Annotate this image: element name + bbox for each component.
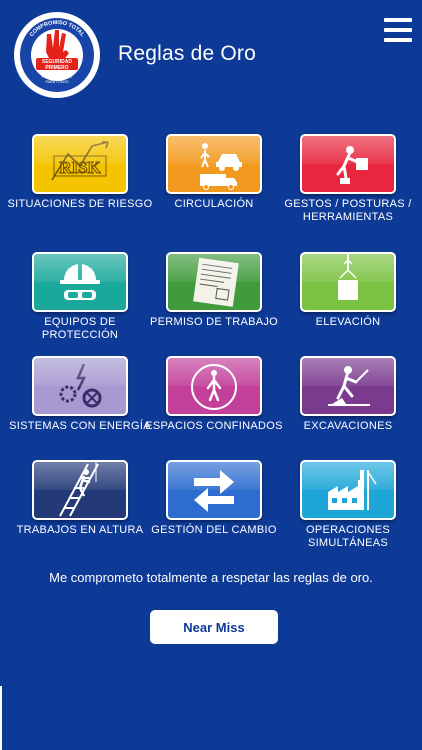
commitment-statement: Me comprometo totalmente a respetar las … [49, 570, 373, 585]
app-screen: SEGURIDAD PRIMERO COMPROMISO TOTAL PARA … [0, 0, 422, 750]
rule-tile-situaciones-de-riesgo[interactable]: RISK SITUACIONES DE RIESGO [7, 134, 152, 244]
rule-label: EXCAVACIONES [303, 420, 393, 432]
svg-text:PARA MÍ, PARA TI,: PARA MÍ, PARA TI, [42, 75, 73, 79]
work-permit-icon [166, 252, 262, 312]
crane-lift-icon [300, 252, 396, 312]
hamburger-menu-icon[interactable] [382, 16, 414, 44]
rule-tile-circulacion[interactable]: CIRCULACIÓN [147, 134, 281, 244]
rule-label: OPERACIONES SIMULTÁNEAS [306, 524, 390, 549]
rule-tile-sistemas-con-energia[interactable]: SISTEMAS CON ENERGÍA [9, 356, 151, 466]
page-title: Reglas de Oro [118, 42, 257, 65]
header: SEGURIDAD PRIMERO COMPROMISO TOTAL PARA … [0, 0, 422, 112]
rule-label: CIRCULACIÓN [174, 198, 254, 210]
svg-text:PRIMERO: PRIMERO [45, 65, 68, 71]
rule-label: ELEVACIÓN [315, 316, 381, 328]
traffic-circulation-icon [166, 134, 262, 194]
rule-tile-gestos-posturas-herramientas[interactable]: GESTOS / POSTURAS / HERRAMIENTAS [281, 134, 415, 244]
rule-tile-excavaciones[interactable]: EXCAVACIONES [281, 356, 415, 466]
lifting-posture-icon [300, 134, 396, 194]
svg-text:RISK: RISK [59, 158, 101, 177]
rule-tile-equipos-de-proteccion[interactable]: EQUIPOS DE PROTECCIÓN [13, 252, 147, 362]
svg-text:PARA TODOS: PARA TODOS [46, 80, 70, 84]
rule-tile-trabajos-en-altura[interactable]: TRABAJOS EN ALTURA [13, 460, 147, 570]
three-fingers-hand-icon: SEGURIDAD PRIMERO COMPROMISO TOTAL PARA … [17, 15, 97, 95]
rule-label: SISTEMAS CON ENERGÍA [9, 420, 151, 432]
rule-tile-elevacion[interactable]: ELEVACIÓN [281, 252, 415, 362]
rule-tile-operaciones-simultaneas[interactable]: OPERACIONES SIMULTÁNEAS [281, 460, 415, 570]
seguridad-primero-logo: SEGURIDAD PRIMERO COMPROMISO TOTAL PARA … [14, 12, 100, 98]
rule-label: PERMISO DE TRABAJO [149, 316, 279, 328]
excavation-icon [300, 356, 396, 416]
rule-label: GESTOS / POSTURAS / HERRAMIENTAS [284, 198, 412, 223]
rule-label: EQUIPOS DE PROTECCIÓN [41, 316, 119, 341]
change-management-icon [166, 460, 262, 520]
work-at-height-icon [32, 460, 128, 520]
rule-label: SITUACIONES DE RIESGO [7, 198, 153, 210]
near-miss-button[interactable]: Near Miss [150, 610, 278, 644]
rule-tile-permiso-de-trabajo[interactable]: PERMISO DE TRABAJO [147, 252, 281, 362]
rule-label: GESTIÓN DEL CAMBIO [151, 524, 277, 536]
rule-label: ESPACIOS CONFINADOS [145, 420, 283, 432]
risk-icon: RISK [32, 134, 128, 194]
rule-tile-gestion-del-cambio[interactable]: GESTIÓN DEL CAMBIO [147, 460, 281, 570]
energy-systems-icon [32, 356, 128, 416]
rule-tile-espacios-confinados[interactable]: ESPACIOS CONFINADOS [145, 356, 282, 466]
simultaneous-operations-icon [300, 460, 396, 520]
rule-label: TRABAJOS EN ALTURA [16, 524, 144, 536]
confined-space-icon [166, 356, 262, 416]
edge-divider [0, 686, 2, 750]
protective-equipment-icon [32, 252, 128, 312]
